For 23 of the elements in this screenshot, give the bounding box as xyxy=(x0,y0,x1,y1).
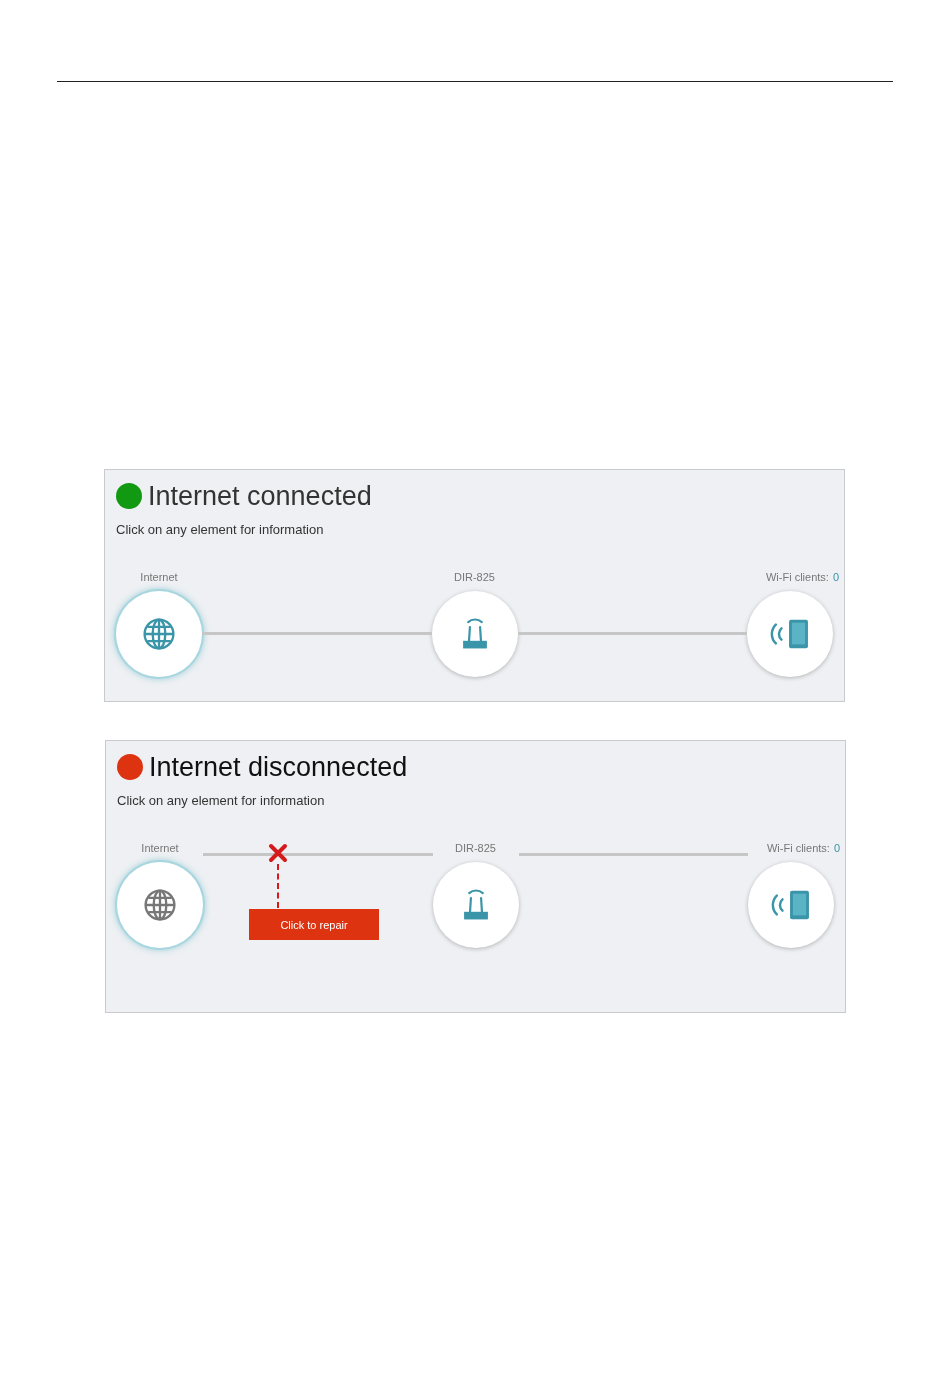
node-label: Wi-Fi clients: xyxy=(765,571,829,583)
router-node[interactable] xyxy=(431,591,518,677)
hint-text: Click on any element for information xyxy=(116,522,325,537)
hint-text: Click on any element for information xyxy=(117,793,326,808)
clients-node[interactable] xyxy=(748,862,834,948)
globe-icon xyxy=(141,616,177,652)
internet-node[interactable] xyxy=(117,862,203,948)
client-count: 0 xyxy=(833,842,840,854)
globe-icon xyxy=(142,887,178,923)
clients-node[interactable] xyxy=(747,591,833,677)
node-label: Internet xyxy=(140,571,178,583)
dashed-leader-line xyxy=(277,864,279,908)
status-title: Internet disconnected xyxy=(149,751,408,783)
node-label: DIR-825 xyxy=(455,842,496,854)
status-title: Internet connected xyxy=(148,480,372,512)
break-x-icon xyxy=(268,843,288,863)
node-label: DIR-825 xyxy=(454,571,495,583)
internet-node[interactable] xyxy=(116,591,202,677)
router-node[interactable] xyxy=(432,862,519,948)
node-label: Wi-Fi clients: xyxy=(766,842,830,854)
repair-button[interactable]: Click to repair xyxy=(249,909,379,940)
node-label: Internet xyxy=(141,842,179,854)
client-count: 0 xyxy=(832,571,839,583)
